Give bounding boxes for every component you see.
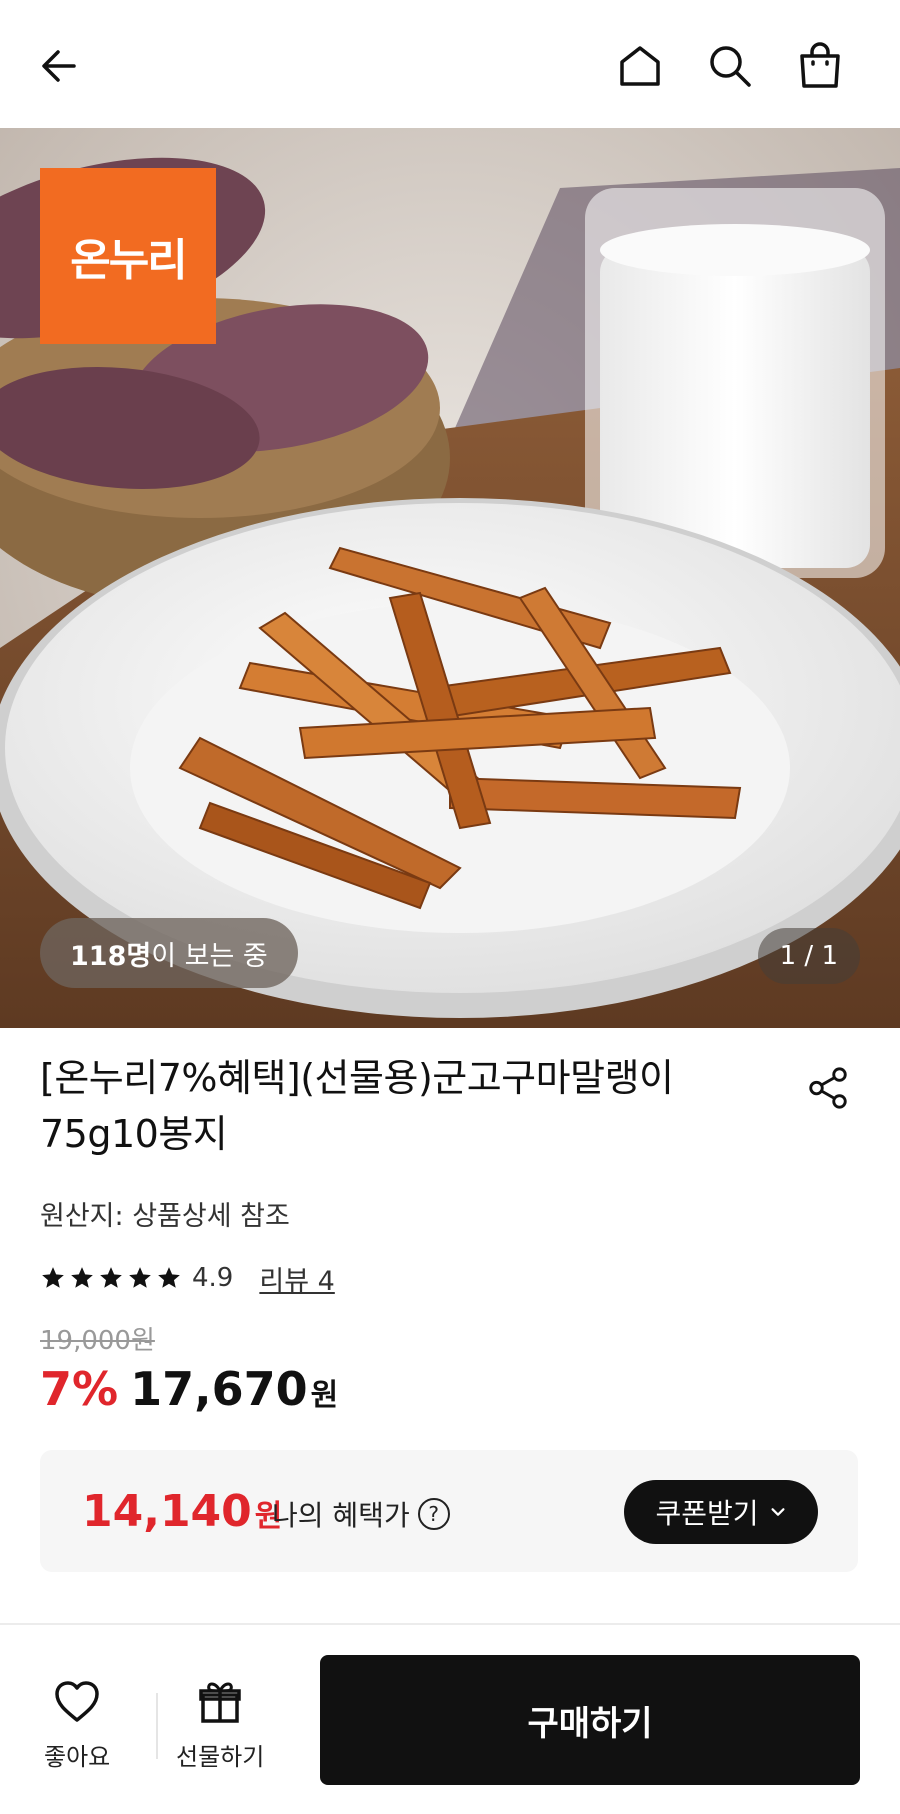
top-app-bar xyxy=(0,0,900,128)
star-icon xyxy=(71,1267,93,1288)
viewers-count: 118명 xyxy=(70,940,152,972)
cart-button[interactable] xyxy=(788,34,852,98)
star-icon xyxy=(158,1267,180,1288)
like-button[interactable]: 좋아요 xyxy=(44,1677,110,1772)
original-price: 19,000원 xyxy=(40,1326,155,1356)
search-icon xyxy=(710,46,751,87)
benefit-box: 14,140 원 나의 혜택가 ? 쿠폰받기 xyxy=(40,1450,858,1572)
benefit-price-value: 14,140 xyxy=(82,1486,252,1537)
viewers-suffix: 이 보는 중 xyxy=(151,940,268,972)
sale-price: 17,670 xyxy=(130,1362,308,1416)
arrow-left-icon xyxy=(42,50,76,82)
coupon-button[interactable]: 쿠폰받기 xyxy=(624,1480,818,1544)
buy-button-label: 구매하기 xyxy=(527,1703,653,1744)
sale-price-unit: 원 xyxy=(310,1378,339,1413)
product-image[interactable]: 온누리 118명 이 보는 중 1 / 1 xyxy=(0,128,900,1028)
brand-logo-text: 온누리 xyxy=(70,235,187,286)
gift-label: 선물하기 xyxy=(176,1743,265,1771)
heart-icon xyxy=(55,1681,99,1722)
like-label: 좋아요 xyxy=(44,1743,111,1771)
search-button[interactable] xyxy=(698,34,762,98)
brand-logo: 온누리 xyxy=(40,168,216,344)
benefit-label: 나의 혜택가 ? xyxy=(272,1494,450,1534)
benefit-price: 14,140 원 xyxy=(82,1486,282,1537)
help-icon[interactable]: ? xyxy=(417,1498,450,1530)
review-link[interactable]: 리뷰 4 xyxy=(259,1259,334,1298)
rating-stars xyxy=(40,1265,182,1291)
star-icon xyxy=(100,1267,122,1288)
viewers-badge: 118명 이 보는 중 xyxy=(40,918,298,988)
price-row: 7% 17,670 원 xyxy=(40,1362,338,1416)
image-pager: 1 / 1 xyxy=(757,928,860,984)
benefit-label-text: 나의 혜택가 xyxy=(272,1499,410,1532)
star-icon xyxy=(129,1267,151,1288)
product-title: [온누리7%혜택](선물용)군고구마말랭이 75g10봉지 xyxy=(40,1056,674,1156)
share-button[interactable] xyxy=(800,1060,856,1116)
coupon-button-label: 쿠폰받기 xyxy=(655,1497,759,1530)
bottom-action-bar: 좋아요 선물하기 구매하기 xyxy=(0,1625,900,1814)
image-pager-text: 1 / 1 xyxy=(779,941,838,971)
bottom-separator xyxy=(156,1693,158,1759)
gift-icon xyxy=(199,1682,241,1723)
home-icon xyxy=(620,46,660,86)
buy-button[interactable]: 구매하기 xyxy=(320,1655,860,1785)
home-button[interactable] xyxy=(608,34,672,98)
discount-rate: 7% xyxy=(40,1362,119,1416)
share-icon xyxy=(809,1067,847,1109)
gift-button[interactable]: 선물하기 xyxy=(176,1677,264,1772)
star-icon xyxy=(42,1267,64,1288)
origin-info: 원산지: 상품상세 참조 xyxy=(40,1201,290,1232)
rating-row: 4.9 리뷰 4 xyxy=(40,1258,335,1298)
back-button[interactable] xyxy=(28,34,92,98)
rating-value: 4.9 xyxy=(192,1263,234,1293)
shopping-bag-icon xyxy=(800,42,840,88)
chevron-down-icon xyxy=(770,1508,785,1516)
